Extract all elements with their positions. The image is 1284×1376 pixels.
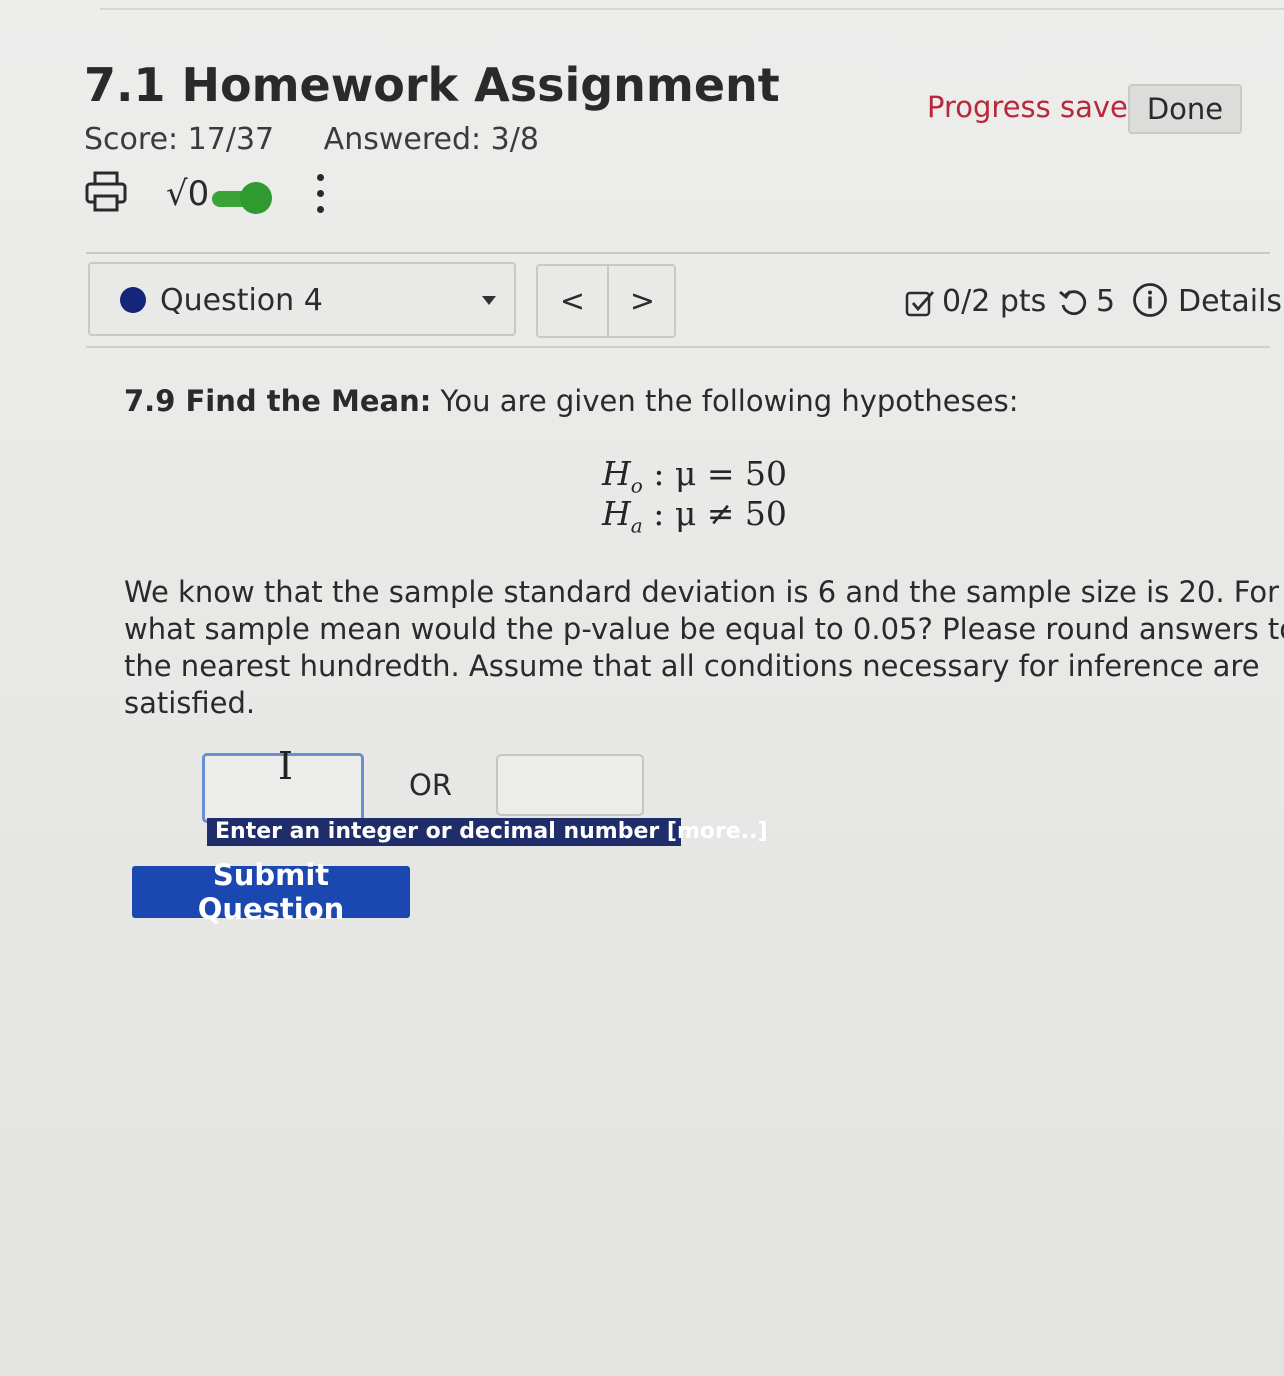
details-link[interactable]: Details bbox=[1178, 284, 1282, 332]
printer-icon[interactable] bbox=[84, 170, 128, 214]
retry-icon bbox=[1058, 288, 1088, 318]
question-title: 7.9 Find the Mean: bbox=[124, 384, 432, 418]
input-hint[interactable]: Enter an integer or decimal number [more… bbox=[207, 818, 768, 846]
points-label: 0/2 pts bbox=[942, 284, 1047, 319]
question-nav: < > bbox=[536, 264, 676, 338]
text-cursor-icon: I bbox=[278, 744, 294, 788]
answered-text: Answered: 3/8 bbox=[323, 122, 539, 157]
score-text: Score: 17/37 bbox=[84, 122, 275, 157]
top-divider bbox=[100, 8, 1284, 10]
question-prompt: 7.9 Find the Mean: You are given the fol… bbox=[124, 384, 1018, 418]
question-body-line: the nearest hundredth. Assume that all c… bbox=[124, 649, 1260, 683]
question-divider bbox=[86, 346, 1270, 348]
progress-status: Progress saved bbox=[927, 90, 1147, 124]
question-body-line: satisfied. bbox=[124, 686, 256, 720]
alternative-hypothesis: Ha : μ ≠ 50 bbox=[602, 494, 787, 538]
done-button[interactable]: Done bbox=[1128, 84, 1242, 134]
toggle-switch[interactable] bbox=[212, 182, 272, 216]
retries-count: 5 bbox=[1096, 284, 1116, 319]
assignment-title: 7.1 Homework Assignment bbox=[84, 58, 780, 112]
question-selector[interactable]: Question 4 bbox=[88, 262, 516, 336]
question-intro: You are given the following hypotheses: bbox=[431, 384, 1019, 418]
question-body-line: We know that the sample standard deviati… bbox=[124, 575, 1280, 609]
or-label: OR bbox=[409, 768, 452, 802]
kebab-menu-icon[interactable] bbox=[314, 174, 326, 216]
sqrt-icon[interactable]: √0 bbox=[166, 174, 209, 214]
submit-question-button[interactable]: Submit Question bbox=[132, 858, 410, 926]
next-question-button[interactable]: > bbox=[608, 266, 677, 336]
checkbox-edit-icon bbox=[904, 288, 936, 320]
caret-down-icon bbox=[482, 296, 496, 305]
question-status-dot bbox=[120, 287, 146, 313]
question-body: We know that the sample standard deviati… bbox=[124, 574, 1284, 722]
score-line: Score: 17/37 Answered: 3/8 bbox=[84, 122, 539, 157]
info-icon[interactable] bbox=[1132, 282, 1168, 318]
question-selector-label: Question 4 bbox=[160, 283, 323, 318]
toggle-knob bbox=[240, 182, 272, 214]
header-divider bbox=[86, 252, 1270, 254]
null-hypothesis: Ho : μ = 50 bbox=[602, 454, 787, 498]
assignment-toolbar: √0 bbox=[84, 170, 344, 218]
question-body-line: what sample mean would the p-value be eq… bbox=[124, 612, 1284, 646]
answer-input-2[interactable] bbox=[496, 754, 644, 816]
prev-question-button[interactable]: < bbox=[538, 266, 609, 336]
